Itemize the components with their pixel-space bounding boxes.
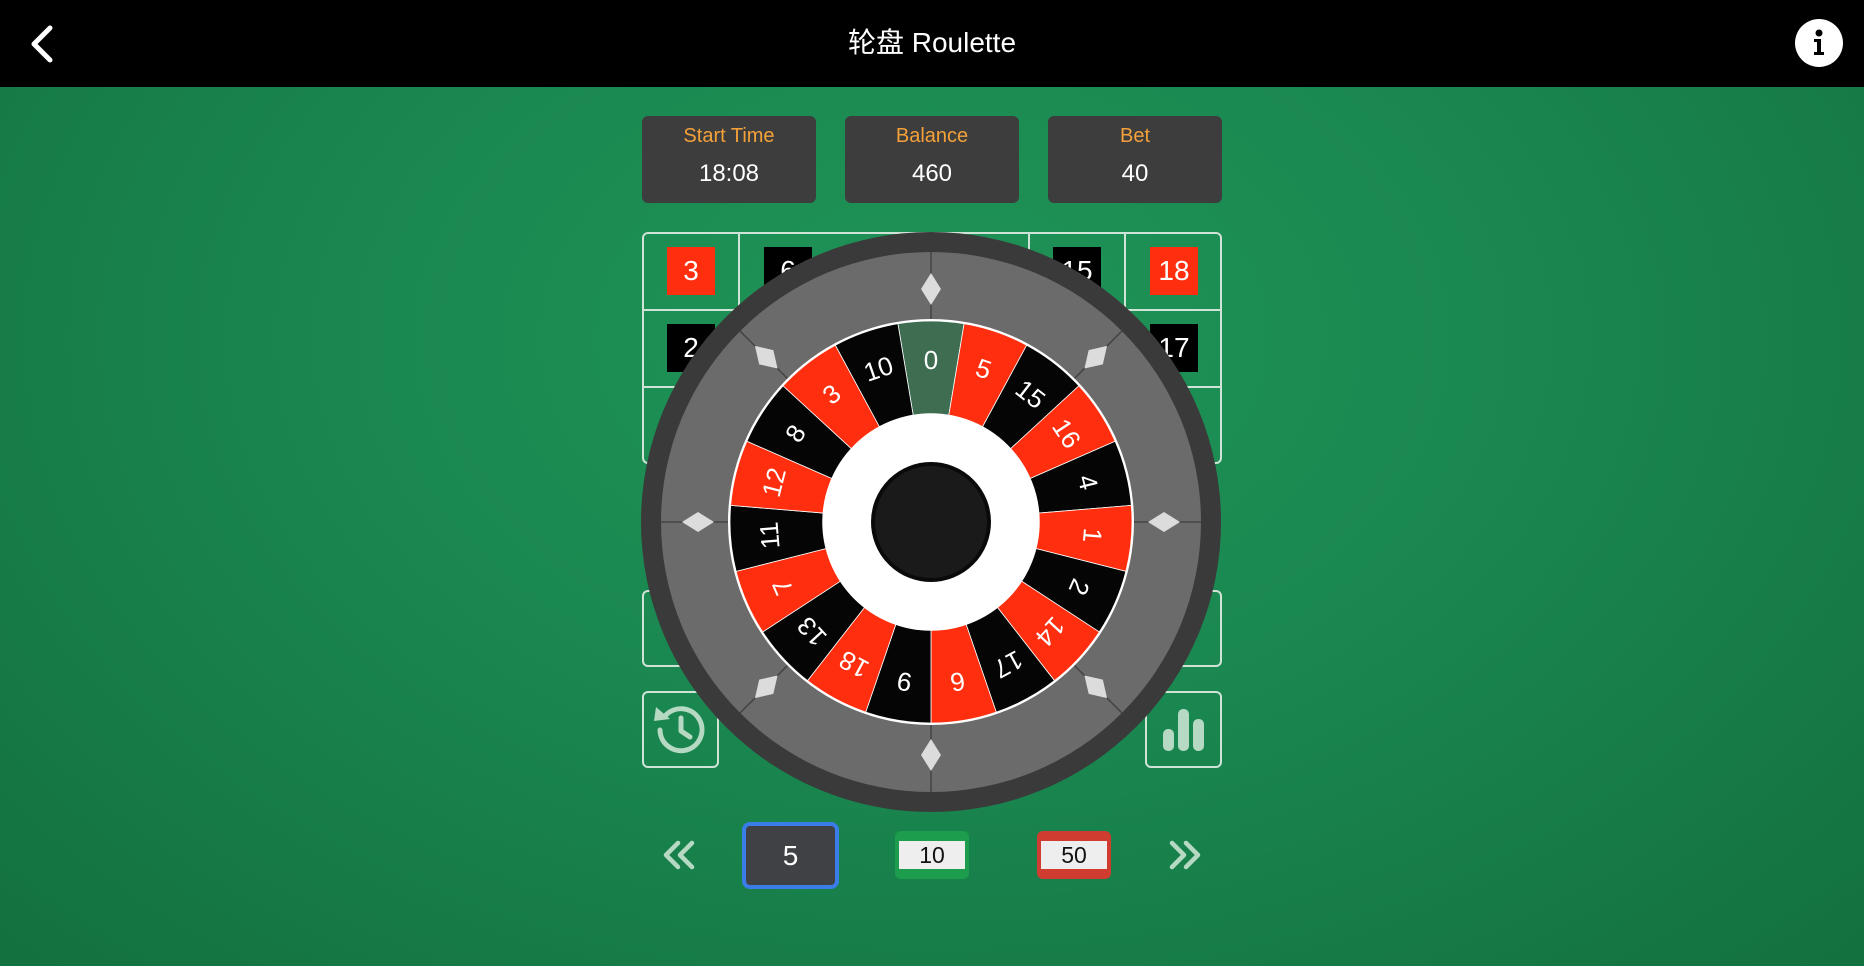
info-icon xyxy=(1814,29,1824,55)
chip-5[interactable]: 5 xyxy=(742,822,839,889)
double-chevron-right-icon xyxy=(1169,840,1201,870)
wheel-hub xyxy=(871,462,991,582)
chips-prev-button[interactable] xyxy=(658,835,702,875)
chips-next-button[interactable] xyxy=(1162,835,1206,875)
chip-50[interactable]: 50 xyxy=(1037,831,1111,879)
bet-value: 40 xyxy=(1121,160,1149,187)
balance-value: 460 xyxy=(911,160,953,187)
balance-panel: Balance 460 xyxy=(845,116,1019,203)
start-time-label: Start Time xyxy=(683,125,775,147)
roulette-wheel[interactable]: 0 515164121417691813711128310 xyxy=(641,232,1221,812)
chip-10[interactable]: 10 xyxy=(895,831,969,879)
bet-label: Bet xyxy=(1119,125,1151,147)
page-title: 轮盘 Roulette xyxy=(847,27,1017,58)
balance-label: Balance xyxy=(895,125,969,147)
chip-50-label: 50 xyxy=(1041,841,1107,869)
info-button[interactable] xyxy=(1795,19,1843,67)
start-time-panel: Start Time 18:08 xyxy=(642,116,816,203)
double-chevron-left-icon xyxy=(663,840,695,870)
bet-panel: Bet 40 xyxy=(1048,116,1222,203)
roulette-ball xyxy=(923,428,939,444)
start-time-value: 18:08 xyxy=(698,160,760,187)
wheel-pocket-label-1: 1 xyxy=(1077,527,1108,544)
top-bar: 轮盘 Roulette xyxy=(0,0,1864,87)
wheel-pocket-label-0: 0 xyxy=(924,345,938,375)
chip-10-label: 10 xyxy=(899,841,965,869)
wheel-pocket-label-11: 11 xyxy=(753,521,785,550)
